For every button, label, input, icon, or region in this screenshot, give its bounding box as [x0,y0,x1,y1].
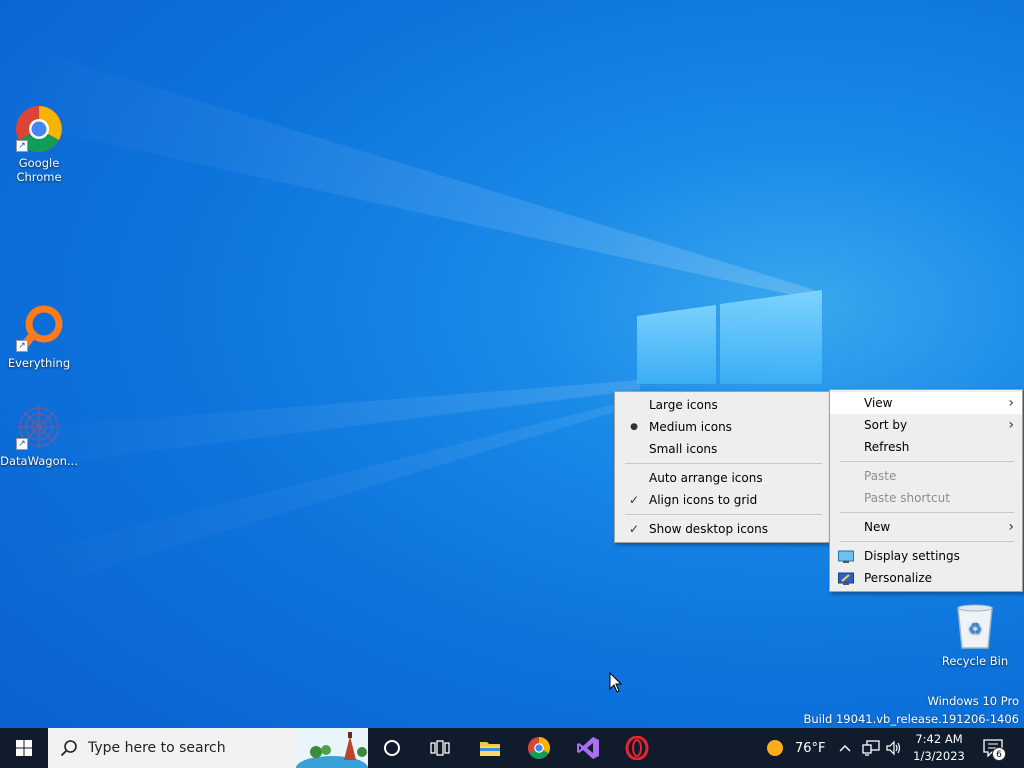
menu-item-label: Show desktop icons [649,522,769,536]
task-view-icon [430,740,450,756]
menu-separator [840,461,1014,462]
menu-item-small-icons[interactable]: Small icons [615,438,830,460]
windows-start-icon [16,740,32,756]
network-button[interactable] [862,728,880,768]
cortana-button[interactable] [368,728,416,768]
recycle-bin-icon: ♻ [950,602,1000,652]
volume-button[interactable] [886,728,902,768]
visual-studio-icon [577,737,599,759]
network-icon [862,740,880,756]
desktop-icon-everything[interactable]: ↗ Everything [0,304,78,370]
clock-time: 7:42 AM [915,732,963,746]
search-icon [60,740,77,757]
menu-item-large-icons[interactable]: Large icons [615,394,830,416]
chevron-up-icon [839,745,851,752]
menu-item-view[interactable]: View › [830,392,1022,414]
sun-icon [767,740,783,756]
volume-icon [886,740,901,756]
desktop-icon-label: DataWagon... [0,454,78,468]
display-settings-icon [838,549,854,563]
wallpaper [0,40,822,600]
menu-item-display-settings[interactable]: Display settings [830,545,1022,567]
taskbar-file-explorer[interactable] [466,728,514,768]
shortcut-arrow-icon: ↗ [16,140,28,152]
menu-separator [625,463,822,464]
desktop-icon-label: Everything [7,356,71,370]
radio-dot-icon: ● [630,422,638,432]
windows-version-watermark: Windows 10 Pro Build 19041.vb_release.19… [803,694,1019,726]
menu-item-new[interactable]: New › [830,516,1022,538]
taskbar-opera[interactable] [613,728,661,768]
personalize-icon [838,571,854,585]
checkmark-icon: ✓ [628,522,640,536]
chrome-icon [527,736,551,760]
taskbar-search-box[interactable]: Type here to search [48,728,368,768]
menu-item-personalize[interactable]: Personalize [830,567,1022,589]
menu-item-align-to-grid[interactable]: ✓ Align icons to grid [615,489,830,511]
mouse-cursor-icon [609,672,623,693]
menu-item-label: New [864,520,891,534]
chevron-right-icon: › [1008,395,1014,411]
menu-item-label: Personalize [864,571,933,585]
menu-item-paste[interactable]: Paste [830,465,1022,487]
watermark-edition: Windows 10 Pro [927,694,1019,708]
notification-count-badge: 6 [992,747,1006,761]
menu-item-label: Align icons to grid [649,493,758,507]
weather-widget[interactable]: 76°F [766,728,826,768]
desktop-icon-label: Recycle Bin [941,654,1009,668]
menu-item-sort-by[interactable]: Sort by › [830,414,1022,436]
menu-item-label: Medium icons [649,420,732,434]
opera-icon [625,736,649,760]
chevron-right-icon: › [1008,519,1014,535]
menu-separator [625,514,822,515]
menu-item-label: Paste [864,469,897,483]
search-placeholder: Type here to search [88,740,226,756]
chrome-icon: ↗ [14,104,64,154]
search-highlight-illustration [296,728,368,768]
desktop-icon-google-chrome[interactable]: ↗ Google Chrome [0,104,78,184]
desktop-icon-recycle-bin[interactable]: ♻ Recycle Bin [936,602,1014,668]
taskbar-visual-studio[interactable] [564,728,612,768]
task-view-button[interactable] [416,728,464,768]
taskbar: Type here to search 76°F 7:42 AM 1/3/202… [0,728,1024,768]
start-button[interactable] [0,728,48,768]
menu-item-label: Paste shortcut [864,491,950,505]
checkmark-icon: ✓ [628,493,640,507]
taskbar-chrome[interactable] [515,728,563,768]
taskbar-clock[interactable]: 7:42 AM 1/3/2023 [905,731,973,765]
shortcut-arrow-icon: ↗ [16,340,28,352]
file-explorer-icon [480,742,500,756]
desktop-context-menu: View › Sort by › Refresh Paste Paste sho… [829,389,1023,592]
weather-temp: 76°F [795,740,826,756]
menu-item-label: Small icons [649,442,718,456]
svg-text:♻: ♻ [968,619,982,638]
show-hidden-icons-button[interactable] [838,728,852,768]
menu-item-label: Display settings [864,549,960,563]
clock-date: 1/3/2023 [913,749,965,763]
windows-logo [637,290,822,384]
view-submenu: Large icons ● Medium icons Small icons A… [614,391,831,543]
menu-item-refresh[interactable]: Refresh [830,436,1022,458]
desktop-icon-datawagon[interactable]: ↗ DataWagon... [0,402,78,468]
menu-separator [840,512,1014,513]
menu-item-show-desktop-icons[interactable]: ✓ Show desktop icons [615,518,830,540]
menu-item-medium-icons[interactable]: ● Medium icons [615,416,830,438]
menu-item-label: Auto arrange icons [649,471,763,485]
shortcut-arrow-icon: ↗ [16,438,28,450]
desktop-icon-label: Google Chrome [16,156,62,184]
everything-search-icon: ↗ [14,304,64,354]
cortana-icon [384,740,400,756]
watermark-build: Build 19041.vb_release.191206-1406 [803,712,1019,726]
menu-item-label: Sort by [864,418,908,432]
menu-separator [840,541,1014,542]
menu-item-label: Refresh [864,440,910,454]
menu-item-label: View [864,396,893,410]
chevron-right-icon: › [1008,417,1014,433]
menu-item-paste-shortcut[interactable]: Paste shortcut [830,487,1022,509]
menu-item-auto-arrange[interactable]: Auto arrange icons [615,467,830,489]
menu-item-label: Large icons [649,398,718,412]
datawagon-icon: ↗ [14,402,64,452]
